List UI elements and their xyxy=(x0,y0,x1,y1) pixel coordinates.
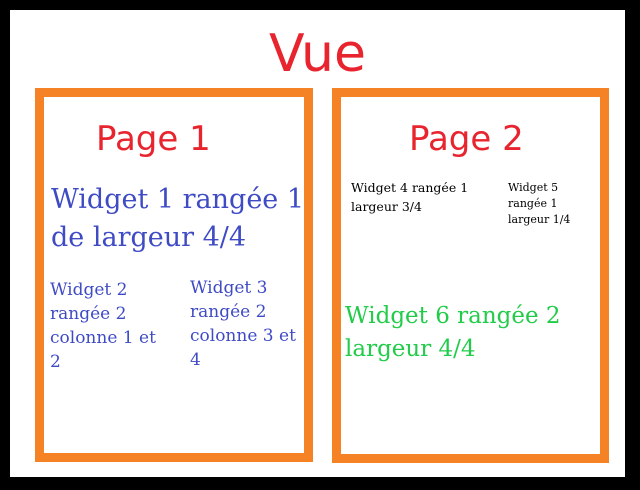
widget-6-label: Widget 6 rangée 2 largeur 4/4 xyxy=(345,303,561,362)
widget-1-label: Widget 1 rangée 1 de largeur 4/4 xyxy=(51,184,305,253)
widget-4-label: Widget 4 rangée 1 largeur 3/4 xyxy=(351,180,469,214)
page-2-box: Page 2 Widget 4 rangée 1 largeur 3/4 Wid… xyxy=(332,88,609,463)
view-canvas: Vue Page 1 Widget 1 rangée 1 de largeur … xyxy=(10,10,625,477)
diagram-frame: Vue Page 1 Widget 1 rangée 1 de largeur … xyxy=(0,0,640,490)
widget-3-label: Widget 3 rangée 2 colonne 3 et 4 xyxy=(190,278,296,370)
view-title: Vue xyxy=(269,24,366,84)
widget-2-label: Widget 2 rangée 2 colonne 1 et 2 xyxy=(50,280,156,372)
widget-5-label: Widget 5 rangée 1 largeur 1/4 xyxy=(508,181,571,226)
page-1-title: Page 1 xyxy=(96,119,211,159)
page-1-box: Page 1 Widget 1 rangée 1 de largeur 4/4 … xyxy=(35,88,313,462)
page-2-title: Page 2 xyxy=(409,119,524,159)
